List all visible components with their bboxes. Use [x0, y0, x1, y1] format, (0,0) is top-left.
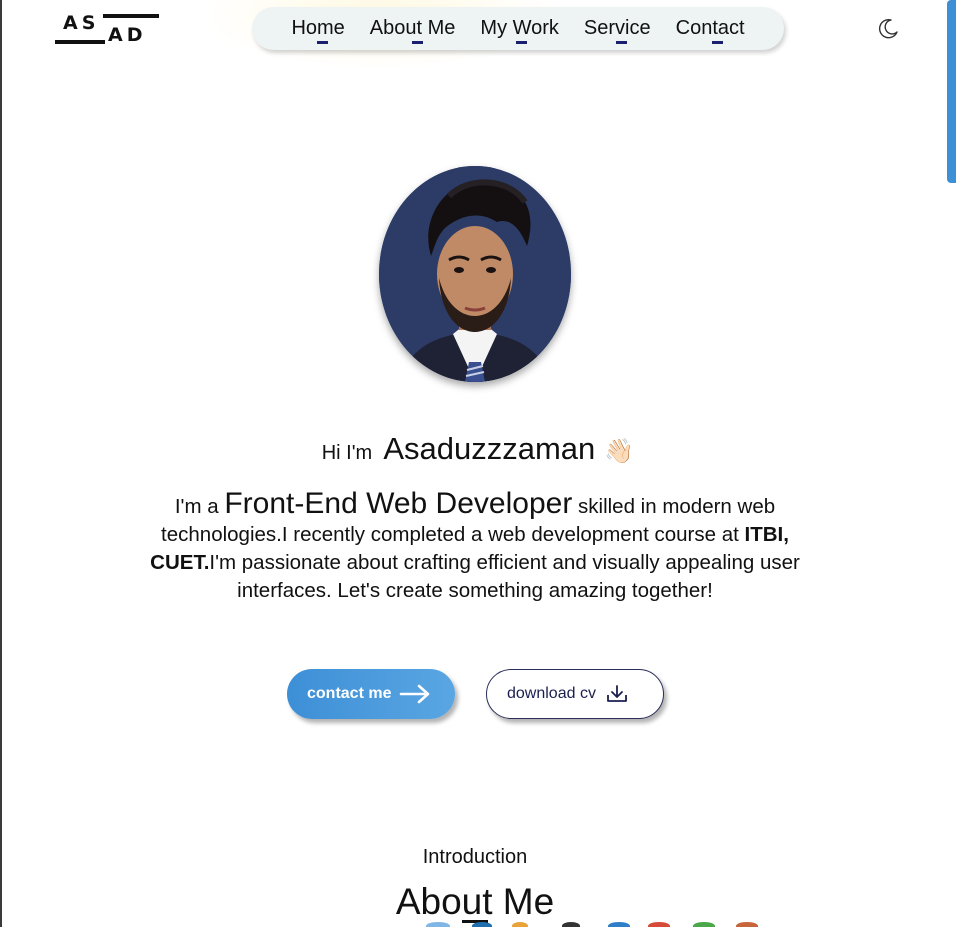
tech-icon: [608, 922, 630, 927]
contact-me-label: contact me: [307, 685, 392, 702]
nav-underline: [516, 41, 528, 44]
tech-icon: [512, 922, 528, 927]
arrow-right-icon: [400, 684, 430, 704]
nav-item-label: Home: [291, 17, 345, 39]
scrollbar-thumb[interactable]: [947, 0, 956, 183]
nav-item-home[interactable]: Home: [291, 17, 345, 44]
tech-icon: [693, 922, 715, 927]
nav-underline: [711, 41, 723, 44]
contact-me-button[interactable]: contact me: [287, 669, 455, 719]
profile-avatar: [379, 166, 571, 382]
nav-item-contact[interactable]: Contact: [675, 17, 745, 44]
download-icon: [607, 685, 627, 702]
nav-item-label: Service: [583, 17, 651, 39]
section-title: About Me: [395, 881, 555, 922]
nav-item-label: Contact: [675, 17, 745, 39]
nav-item-work[interactable]: My Work: [480, 17, 559, 44]
logo-bar-top: [103, 14, 159, 18]
greeting-prefix: Hi I'm: [321, 442, 373, 464]
intro-text-2: I'm passionate about crafting efficient …: [209, 551, 800, 602]
tech-icon: [562, 922, 580, 927]
nav-item-service[interactable]: Service: [583, 17, 651, 44]
tech-icon: [736, 922, 758, 927]
nav-underline: [411, 41, 423, 44]
nav-underline: [615, 41, 627, 44]
logo-bottom-letters: AD: [108, 24, 147, 46]
tech-icon: [472, 922, 492, 927]
main-nav: Home About Me My Work Service Contact: [252, 7, 784, 50]
nav-item-about[interactable]: About Me: [369, 17, 456, 44]
hero-name: Asaduzzzaman: [383, 431, 596, 466]
moon-icon[interactable]: [876, 17, 900, 41]
hero-role: Front-End Web Developer: [224, 487, 573, 520]
nav-item-label: About Me: [369, 17, 456, 39]
intro-prefix: I'm a: [174, 495, 219, 518]
site-logo[interactable]: AS AD: [55, 12, 161, 48]
hero-intro: I'm a Front-End Web Developer skilled in…: [120, 487, 830, 605]
download-cv-label: download cv: [507, 685, 596, 702]
nav-item-label: My Work: [480, 17, 559, 39]
logo-top-letters: AS: [63, 12, 100, 34]
section-label: Introduction: [422, 846, 528, 868]
tech-icon: [426, 922, 450, 927]
logo-bar-bottom: [55, 40, 105, 44]
tech-icon: [648, 922, 670, 927]
download-cv-button[interactable]: download cv: [486, 669, 664, 719]
nav-underline: [317, 41, 329, 44]
wave-emoji: 👋🏻: [604, 437, 635, 465]
hero-greeting: Hi I'm Asaduzzzaman 👋🏻: [0, 431, 956, 467]
